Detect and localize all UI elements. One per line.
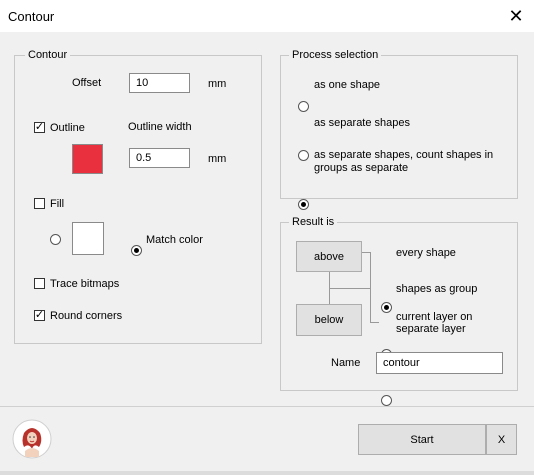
bottom-edge bbox=[0, 471, 534, 475]
result-current-layer-radio[interactable] bbox=[381, 395, 392, 406]
match-color-radio[interactable] bbox=[131, 245, 142, 256]
result-legend: Result is bbox=[289, 216, 338, 228]
outline-width-unit: mm bbox=[208, 153, 227, 165]
outline-checkbox[interactable]: ✓ bbox=[34, 122, 45, 133]
name-label: Name bbox=[331, 357, 361, 369]
result-current-layer-line2: separate layer bbox=[396, 323, 466, 335]
result-every-shape-label: every shape bbox=[396, 247, 456, 259]
footer-divider bbox=[0, 406, 534, 407]
result-shapes-as-group-label: shapes as group bbox=[396, 283, 478, 295]
fill-label: Fill bbox=[50, 198, 65, 210]
offset-label: Offset bbox=[72, 77, 102, 89]
process-option-separate-label: as separate shapes bbox=[314, 117, 411, 129]
below-button[interactable]: below bbox=[296, 304, 362, 336]
offset-input[interactable] bbox=[129, 73, 190, 93]
x-button[interactable]: X bbox=[486, 424, 517, 455]
process-option-separate-radio[interactable] bbox=[298, 150, 309, 161]
process-option-separate-groups-label: as separate shapes, count shapes in grou… bbox=[314, 149, 493, 175]
check-icon: ✓ bbox=[34, 309, 45, 321]
round-corners-label: Round corners bbox=[50, 310, 123, 322]
above-button[interactable]: above bbox=[296, 241, 362, 272]
connector-bottom-stub bbox=[370, 322, 379, 323]
process-option-one-shape-radio[interactable] bbox=[298, 101, 309, 112]
result-every-shape-radio[interactable] bbox=[381, 302, 392, 313]
outline-width-label: Outline width bbox=[128, 121, 192, 133]
process-selection-legend: Process selection bbox=[289, 49, 382, 61]
check-icon: ✓ bbox=[34, 121, 45, 133]
trace-bitmaps-checkbox[interactable] bbox=[34, 278, 45, 289]
logo-svg bbox=[12, 419, 52, 459]
trace-bitmaps-label: Trace bitmaps bbox=[50, 278, 120, 290]
outline-color-swatch[interactable] bbox=[72, 144, 103, 174]
window-title: Contour bbox=[8, 9, 55, 24]
outline-label: Outline bbox=[50, 122, 85, 134]
result-current-layer-line1: current layer on bbox=[396, 311, 473, 323]
process-option-separate-groups-radio[interactable] bbox=[298, 199, 309, 210]
connector-top-stub bbox=[362, 252, 371, 253]
fill-checkbox[interactable] bbox=[34, 198, 45, 209]
result-current-layer-label: current layer on separate layer bbox=[396, 311, 472, 335]
name-input[interactable] bbox=[376, 352, 503, 374]
fill-color-radio[interactable] bbox=[50, 234, 61, 245]
process-option-one-shape-label: as one shape bbox=[314, 79, 381, 91]
offset-unit: mm bbox=[208, 78, 227, 90]
process-option-separate-groups-line1: as separate shapes, count shapes in bbox=[314, 149, 494, 161]
fill-color-swatch[interactable] bbox=[72, 222, 104, 255]
title-bar bbox=[0, 0, 534, 32]
start-button[interactable]: Start bbox=[358, 424, 486, 455]
connector-vertical-right bbox=[370, 252, 371, 322]
match-color-label: Match color bbox=[146, 234, 203, 246]
process-option-separate-groups-line2: groups as separate bbox=[314, 162, 409, 174]
logo-icon bbox=[12, 419, 52, 459]
close-icon: ✕ bbox=[508, 5, 524, 26]
outline-width-input[interactable] bbox=[129, 148, 190, 168]
contour-legend: Contour bbox=[25, 49, 71, 61]
round-corners-checkbox[interactable]: ✓ bbox=[34, 310, 45, 321]
close-button[interactable]: ✕ bbox=[498, 0, 534, 32]
connector-horizontal bbox=[329, 288, 371, 289]
